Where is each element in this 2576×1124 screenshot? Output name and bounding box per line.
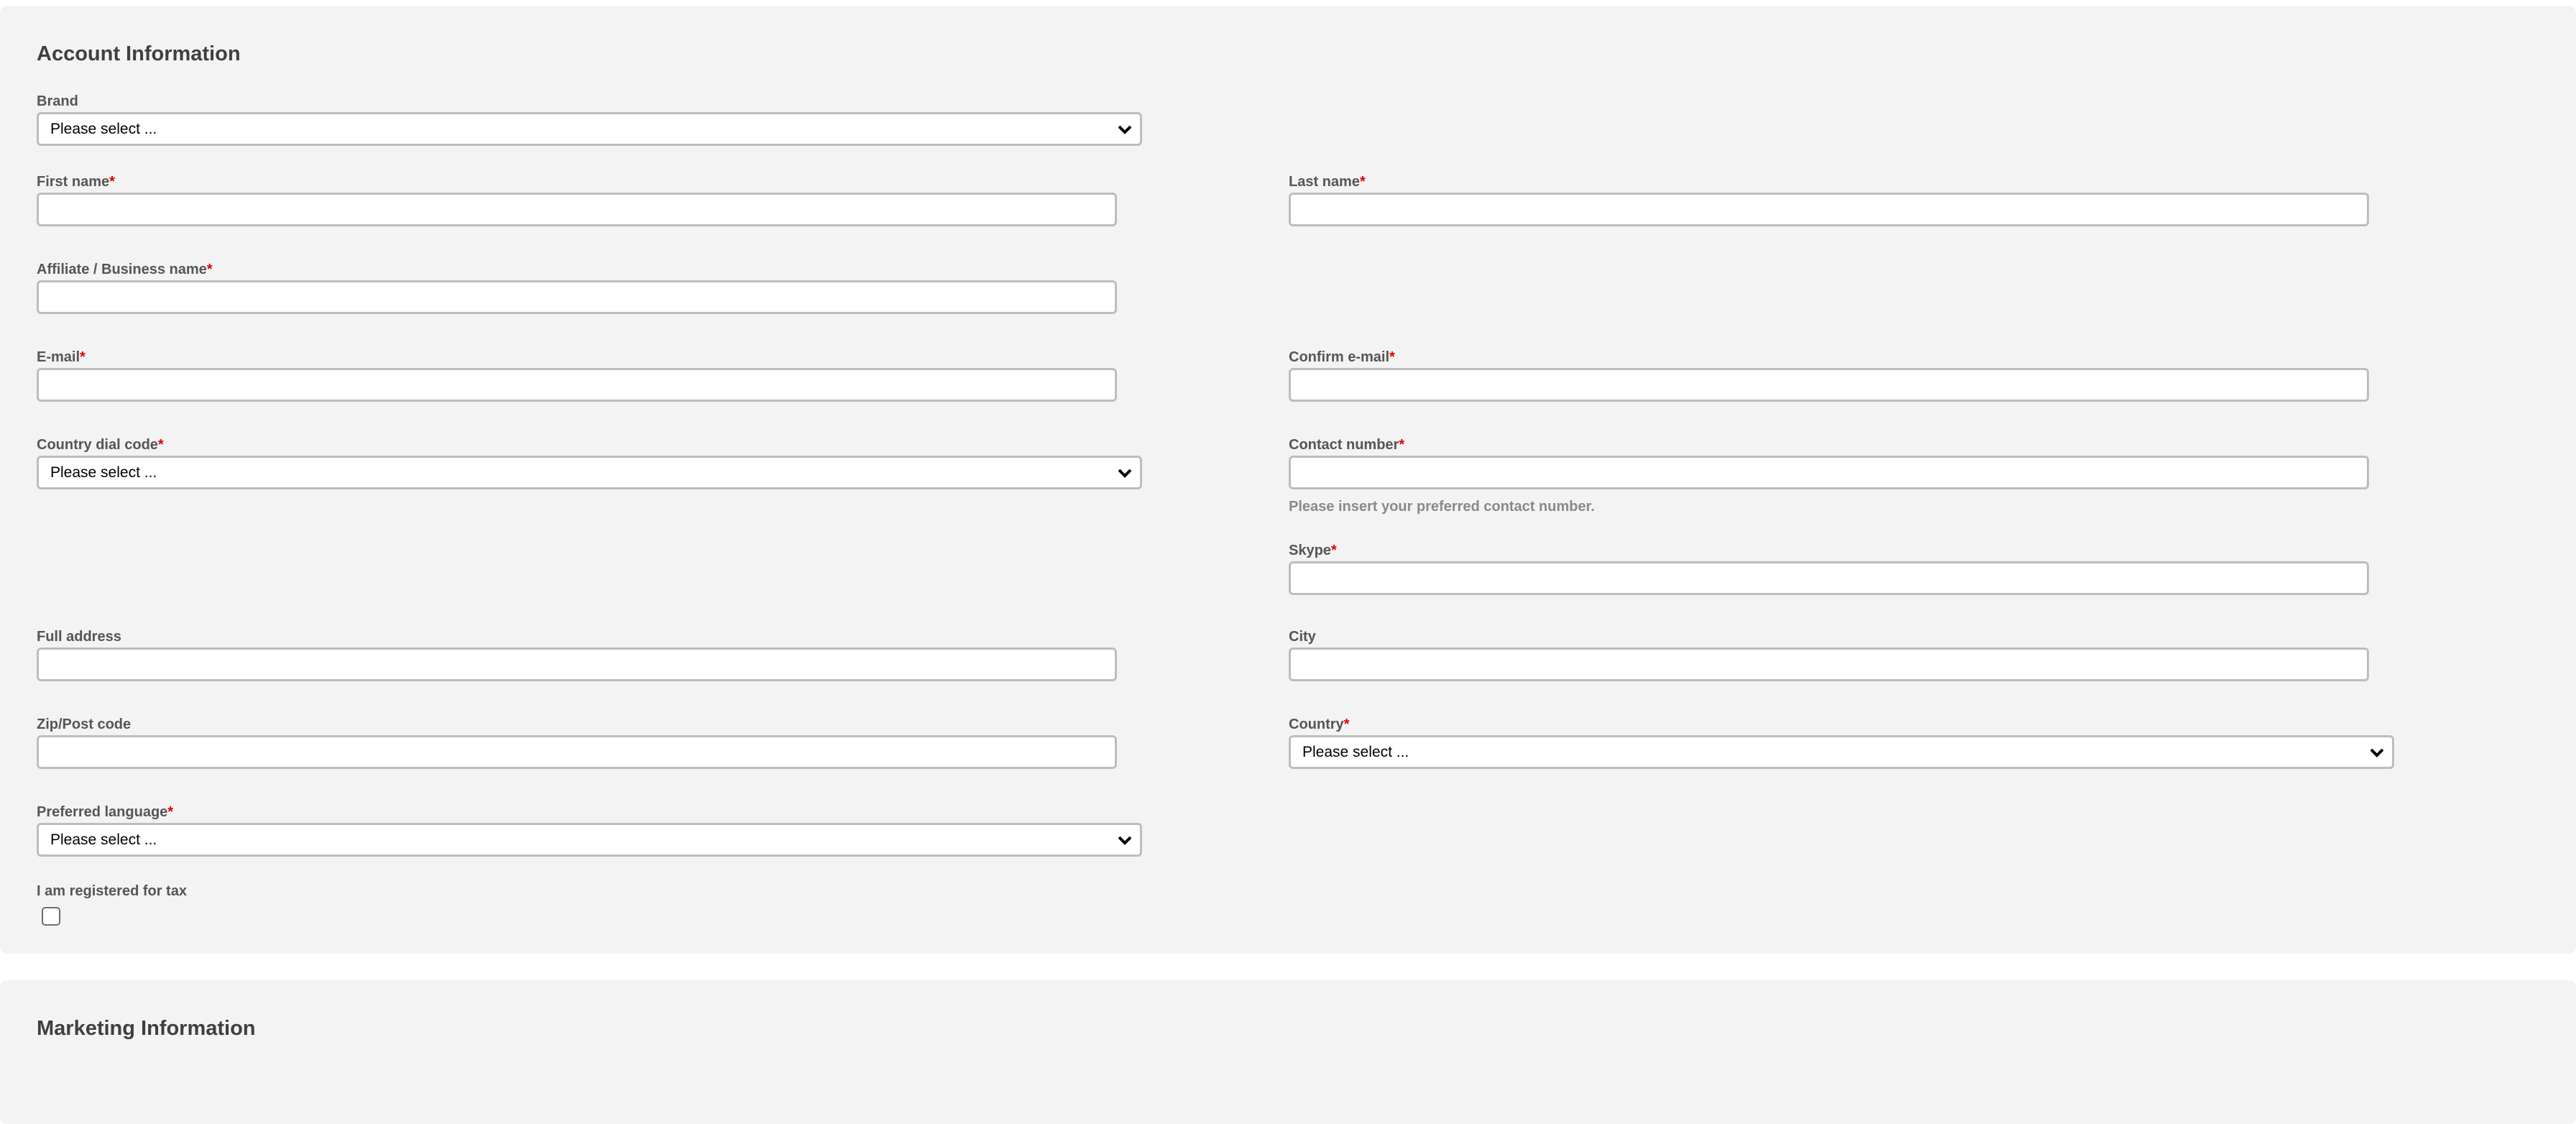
brand-label-text: Brand — [37, 93, 78, 109]
confirm-email-label-text: Confirm e-mail — [1289, 349, 1390, 365]
full-address-label: Full address — [37, 628, 1117, 645]
required-asterisk: * — [1399, 437, 1405, 453]
city-input[interactable] — [1289, 648, 2369, 681]
required-asterisk: * — [80, 349, 86, 365]
contact-number-label: Contact number* — [1289, 436, 2369, 453]
required-asterisk: * — [1359, 174, 1366, 190]
preferred-language-label-text: Preferred language — [37, 804, 168, 820]
required-asterisk: * — [1330, 543, 1337, 558]
preferred-language-select-value: Please select ... — [50, 832, 157, 848]
preferred-language-select[interactable]: Please select ... — [37, 823, 1142, 857]
dial-code-label-text: Country dial code — [37, 437, 158, 453]
brand-label: Brand — [37, 93, 1142, 110]
city-field: City — [1289, 628, 2369, 681]
first-name-field: First name* — [37, 173, 1117, 226]
brand-field: Brand Please select ... — [37, 93, 1142, 146]
account-information-title: Account Information — [37, 42, 241, 65]
tax-registered-field: I am registered for tax — [37, 883, 187, 902]
last-name-label: Last name* — [1289, 173, 2369, 190]
dial-code-field: Country dial code* Please select ... — [37, 436, 1142, 489]
country-label: Country* — [1289, 716, 2394, 733]
contact-number-field: Contact number* — [1289, 436, 2369, 489]
email-input[interactable] — [37, 368, 1117, 402]
city-label: City — [1289, 628, 2369, 645]
affiliate-name-label: Affiliate / Business name* — [37, 261, 1117, 278]
full-address-input[interactable] — [37, 648, 1117, 681]
marketing-information-title: Marketing Information — [37, 1017, 256, 1040]
confirm-email-input[interactable] — [1289, 368, 2369, 402]
skype-label: Skype* — [1289, 542, 2369, 559]
chevron-down-icon — [1118, 469, 1132, 478]
dial-code-select[interactable]: Please select ... — [37, 456, 1142, 489]
brand-select-value: Please select ... — [50, 121, 157, 137]
email-label: E-mail* — [37, 349, 1117, 366]
preferred-language-label: Preferred language* — [37, 803, 1142, 821]
email-field: E-mail* — [37, 349, 1117, 402]
required-asterisk: * — [1389, 349, 1395, 365]
preferred-language-field: Preferred language* Please select ... — [37, 803, 1142, 857]
first-name-label-text: First name — [37, 174, 110, 190]
first-name-label: First name* — [37, 173, 1117, 190]
chevron-down-icon — [1118, 836, 1132, 845]
city-label-text: City — [1289, 629, 1316, 645]
account-information-panel: Account Information Brand Please select … — [0, 6, 2576, 954]
zip-input[interactable] — [37, 735, 1117, 769]
required-asterisk: * — [157, 437, 164, 453]
country-field: Country* Please select ... — [1289, 716, 2394, 769]
confirm-email-label: Confirm e-mail* — [1289, 349, 2369, 366]
skype-input[interactable] — [1289, 561, 2369, 595]
zip-label: Zip/Post code — [37, 716, 1117, 733]
tax-registered-checkbox[interactable] — [42, 907, 60, 926]
country-label-text: Country — [1289, 717, 1344, 732]
confirm-email-field: Confirm e-mail* — [1289, 349, 2369, 402]
country-select-value: Please select ... — [1302, 744, 1409, 760]
contact-number-help-text: Please insert your preferred contact num… — [1289, 499, 1595, 515]
last-name-input[interactable] — [1289, 193, 2369, 226]
last-name-label-text: Last name — [1289, 174, 1360, 190]
chevron-down-icon — [2370, 748, 2384, 757]
affiliate-name-field: Affiliate / Business name* — [37, 261, 1117, 314]
dial-code-select-value: Please select ... — [50, 464, 157, 481]
tax-registered-label: I am registered for tax — [37, 883, 187, 899]
email-label-text: E-mail — [37, 349, 80, 365]
required-asterisk: * — [1343, 717, 1350, 732]
required-asterisk: * — [109, 174, 115, 190]
affiliate-name-label-text: Affiliate / Business name — [37, 262, 207, 277]
last-name-field: Last name* — [1289, 173, 2369, 226]
contact-number-input[interactable] — [1289, 456, 2369, 489]
dial-code-label: Country dial code* — [37, 436, 1142, 453]
chevron-down-icon — [1118, 125, 1132, 134]
first-name-input[interactable] — [37, 193, 1117, 226]
full-address-label-text: Full address — [37, 629, 121, 645]
full-address-field: Full address — [37, 628, 1117, 681]
country-select[interactable]: Please select ... — [1289, 735, 2394, 769]
zip-field: Zip/Post code — [37, 716, 1117, 769]
brand-select[interactable]: Please select ... — [37, 112, 1142, 146]
zip-label-text: Zip/Post code — [37, 717, 132, 732]
skype-label-text: Skype — [1289, 543, 1331, 558]
required-asterisk: * — [206, 262, 213, 277]
affiliate-name-input[interactable] — [37, 280, 1117, 314]
contact-number-label-text: Contact number — [1289, 437, 1399, 453]
marketing-information-panel: Marketing Information — [0, 980, 2576, 1124]
skype-field: Skype* — [1289, 542, 2369, 595]
required-asterisk: * — [167, 804, 174, 820]
